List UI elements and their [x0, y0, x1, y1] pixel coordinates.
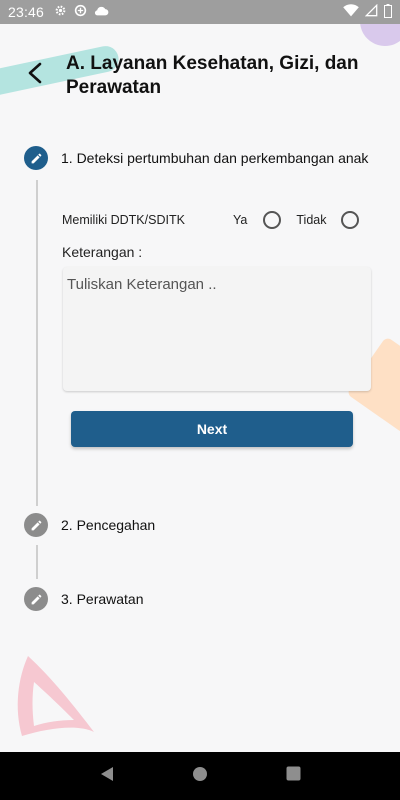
back-icon[interactable] — [99, 766, 115, 787]
ddtk-question-label: Memiliki DDTK/SDITK — [62, 213, 185, 227]
battery-icon — [384, 3, 392, 21]
pencil-icon — [31, 594, 41, 604]
pencil-icon — [31, 153, 41, 163]
data-saver-icon — [74, 4, 87, 20]
back-button[interactable] — [20, 58, 50, 88]
step-1[interactable]: 1. Deteksi pertumbuhan dan perkembangan … — [24, 146, 368, 170]
step-label: 1. Deteksi pertumbuhan dan perkembangan … — [61, 150, 369, 166]
step-3[interactable]: 3. Perawatan — [24, 587, 144, 611]
pencil-icon — [31, 520, 41, 530]
step-indicator — [24, 513, 48, 537]
stepper-connector — [36, 545, 38, 579]
gear-icon — [54, 4, 67, 20]
notes-input[interactable]: Tuliskan Keterangan .. — [63, 267, 371, 391]
system-nav-bar — [0, 752, 400, 800]
ddtk-question-row: Memiliki DDTK/SDITK Ya Tidak — [62, 209, 372, 231]
signal-icon — [364, 3, 378, 20]
decorative-pink-triangle — [17, 656, 95, 736]
step-indicator — [24, 146, 48, 170]
notes-placeholder: Tuliskan Keterangan .. — [67, 276, 217, 293]
step-2[interactable]: 2. Pencegahan — [24, 513, 155, 537]
arrow-left-icon — [28, 62, 42, 84]
stepper-connector — [36, 180, 38, 506]
radio-no[interactable] — [341, 211, 360, 229]
radio-yes[interactable] — [263, 211, 282, 229]
step-indicator — [24, 587, 48, 611]
next-button[interactable]: Next — [71, 411, 353, 447]
step-label: 3. Perawatan — [61, 591, 144, 607]
recents-icon[interactable] — [286, 766, 301, 786]
notes-label: Keterangan : — [62, 244, 143, 260]
page-title: A. Layanan Kesehatan, Gizi, dan Perawata… — [66, 53, 359, 98]
wifi-icon — [343, 4, 359, 20]
home-icon[interactable] — [192, 766, 208, 787]
step-label: 2. Pencegahan — [61, 517, 156, 533]
status-time: 23:46 — [8, 4, 45, 20]
status-bar: 23:46 — [0, 0, 400, 24]
cloud-icon — [94, 4, 109, 20]
option-no-label: Tidak — [296, 213, 327, 227]
option-yes-label: Ya — [233, 213, 248, 227]
